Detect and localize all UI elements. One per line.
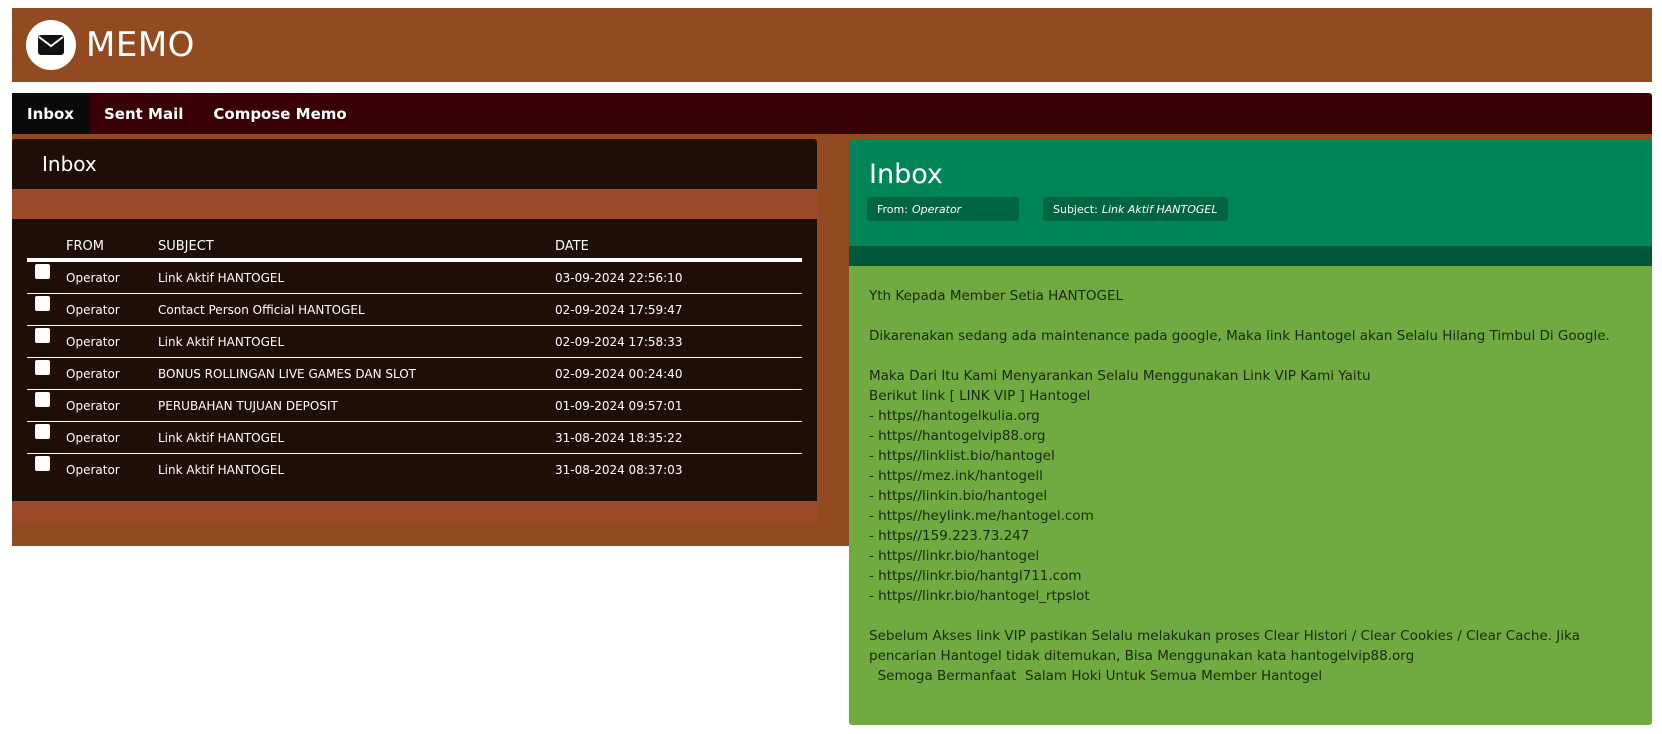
tab-sent-mail[interactable]: Sent Mail: [89, 93, 198, 134]
column-header-from[interactable]: FROM: [66, 219, 158, 262]
from-chip: From: Operator: [867, 197, 1019, 221]
table-row[interactable]: Operator Link Aktif HANTOGEL 03-09-2024 …: [27, 260, 802, 294]
column-header-subject[interactable]: SUBJECT: [158, 219, 555, 262]
message-link: - https//linklist.bio/hantogel: [869, 448, 1055, 464]
table-row[interactable]: Operator Link Aktif HANTOGEL 02-09-2024 …: [27, 325, 802, 358]
row-date[interactable]: 31-08-2024 18:35:22: [555, 421, 747, 454]
message-gap: [869, 306, 1632, 326]
from-label: From:: [877, 202, 908, 216]
row-subject[interactable]: Link Aktif HANTOGEL: [158, 421, 555, 454]
message-link: - https//heylink.me/hantogel.com: [869, 508, 1094, 524]
row-checkbox[interactable]: [35, 392, 50, 407]
table-row[interactable]: Operator BONUS ROLLINGAN LIVE GAMES DAN …: [27, 357, 802, 390]
row-from[interactable]: Operator: [66, 421, 158, 454]
message-link: - https//159.223.73.247: [869, 528, 1030, 544]
inbox-table-header: FROM SUBJECT DATE: [27, 219, 802, 262]
message-paragraph: pencarian Hantogel tidak ditemukan, Bisa…: [869, 648, 1415, 664]
message-panel-title: Inbox: [869, 159, 943, 190]
tab-compose-memo[interactable]: Compose Memo: [198, 93, 361, 134]
message-link: - https//mez.ink/hantogell: [869, 468, 1043, 484]
app-title: MEMO: [86, 25, 195, 65]
row-date[interactable]: 31-08-2024 08:37:03: [555, 454, 747, 486]
row-checkbox[interactable]: [35, 360, 50, 375]
message-paragraph: Maka Dari Itu Kami Menyarankan Selalu Me…: [869, 368, 1371, 384]
row-subject[interactable]: Link Aktif HANTOGEL: [158, 325, 555, 358]
column-header-date[interactable]: DATE: [555, 219, 747, 262]
inbox-table-container: FROM SUBJECT DATE Operator Link Aktif HA…: [12, 219, 817, 501]
message-link: - https//hantogelkulia.org: [869, 408, 1040, 424]
message-link: - https//hantogelvip88.org: [869, 428, 1046, 444]
row-extra: [747, 357, 802, 390]
message-divider: [849, 246, 1652, 266]
row-checkbox[interactable]: [35, 296, 50, 311]
row-subject[interactable]: PERUBAHAN TUJUAN DEPOSIT: [158, 389, 555, 422]
subject-chip: Subject: Link Aktif HANTOGEL: [1043, 197, 1228, 221]
message-paragraph: Dikarenakan sedang ada maintenance pada …: [869, 328, 1610, 344]
row-from[interactable]: Operator: [66, 260, 158, 294]
row-extra: [747, 454, 802, 486]
inbox-panel-spacer: [12, 189, 817, 219]
subject-value: Link Aktif HANTOGEL: [1101, 202, 1218, 216]
inbox-panel: Inbox FROM SUBJECT DATE Operator Link Ak…: [12, 139, 817, 523]
logo: [26, 20, 76, 70]
row-extra: [747, 389, 802, 422]
subject-label: Subject:: [1053, 202, 1098, 216]
row-from[interactable]: Operator: [66, 293, 158, 326]
row-extra: [747, 260, 802, 294]
message-gap: [869, 346, 1632, 366]
message-link: - https//linkr.bio/hantgl711.com: [869, 568, 1082, 584]
message-paragraph: Berikut link [ LINK VIP ] Hantogel: [869, 388, 1091, 404]
message-greeting: Yth Kepada Member Setia HANTOGEL: [869, 288, 1124, 304]
row-checkbox[interactable]: [35, 328, 50, 343]
row-from[interactable]: Operator: [66, 325, 158, 358]
inbox-table: FROM SUBJECT DATE Operator Link Aktif HA…: [27, 219, 802, 485]
row-checkbox[interactable]: [35, 424, 50, 439]
message-gap: [869, 606, 1632, 626]
row-date[interactable]: 01-09-2024 09:57:01: [555, 389, 747, 422]
row-date[interactable]: 03-09-2024 22:56:10: [555, 260, 747, 294]
from-value: Operator: [911, 202, 962, 216]
app-header: MEMO: [12, 8, 1652, 82]
envelope-icon: [38, 35, 64, 55]
message-signoff: Semoga Bermanfaat Salam Hoki Untuk Semua…: [869, 668, 1323, 684]
row-date[interactable]: 02-09-2024 17:59:47: [555, 293, 747, 326]
message-body: Yth Kepada Member Setia HANTOGEL Dikaren…: [849, 266, 1652, 686]
tab-inbox[interactable]: Inbox: [12, 93, 89, 134]
table-row[interactable]: Operator Link Aktif HANTOGEL 31-08-2024 …: [27, 421, 802, 454]
row-extra: [747, 293, 802, 326]
row-extra: [747, 325, 802, 358]
row-subject[interactable]: Link Aktif HANTOGEL: [158, 260, 555, 294]
main-nav: Inbox Sent Mail Compose Memo: [12, 93, 1652, 134]
table-row[interactable]: Operator Contact Person Official HANTOGE…: [27, 293, 802, 326]
inbox-panel-title: Inbox: [12, 139, 817, 189]
extra-column-header: [747, 219, 802, 262]
row-from[interactable]: Operator: [66, 454, 158, 486]
table-row[interactable]: Operator PERUBAHAN TUJUAN DEPOSIT 01-09-…: [27, 389, 802, 422]
message-link: - https//linkr.bio/hantogel_rtpslot: [869, 588, 1090, 604]
select-column-header: [27, 219, 66, 262]
message-header: Inbox From: Operator Subject: Link Aktif…: [849, 139, 1652, 246]
message-link: - https//linkin.bio/hantogel: [869, 488, 1048, 504]
message-paragraph: Sebelum Akses link VIP pastikan Selalu m…: [869, 628, 1580, 644]
row-subject[interactable]: Link Aktif HANTOGEL: [158, 454, 555, 486]
message-panel: Inbox From: Operator Subject: Link Aktif…: [849, 139, 1652, 725]
row-checkbox[interactable]: [35, 456, 50, 471]
message-link: - https//linkr.bio/hantogel: [869, 548, 1040, 564]
row-checkbox[interactable]: [35, 264, 50, 279]
row-subject[interactable]: BONUS ROLLINGAN LIVE GAMES DAN SLOT: [158, 357, 555, 390]
table-row[interactable]: Operator Link Aktif HANTOGEL 31-08-2024 …: [27, 454, 802, 486]
row-date[interactable]: 02-09-2024 00:24:40: [555, 357, 747, 390]
row-from[interactable]: Operator: [66, 389, 158, 422]
row-date[interactable]: 02-09-2024 17:58:33: [555, 325, 747, 358]
row-extra: [747, 421, 802, 454]
row-subject[interactable]: Contact Person Official HANTOGEL: [158, 293, 555, 326]
row-from[interactable]: Operator: [66, 357, 158, 390]
